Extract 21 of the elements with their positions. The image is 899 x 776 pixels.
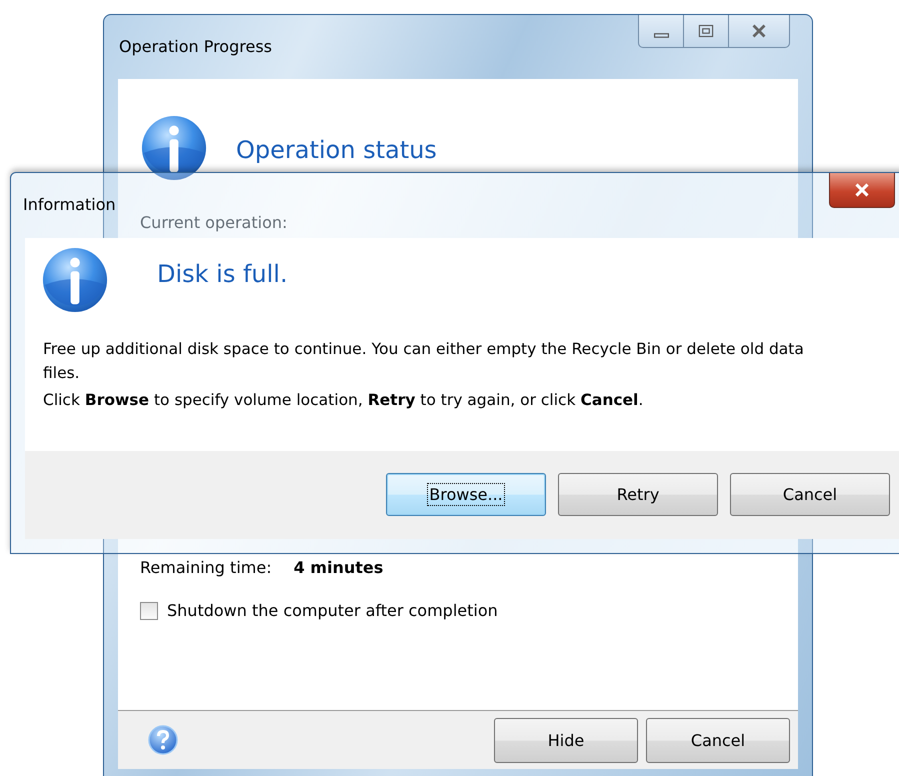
info-icon	[41, 246, 109, 314]
close-button[interactable]	[829, 173, 895, 208]
window-title: Operation Progress	[119, 37, 272, 56]
dialog-button[interactable]: Cancel	[730, 472, 890, 516]
dialog-title: Information	[23, 195, 116, 214]
checkbox[interactable]	[140, 602, 158, 620]
info-icon	[140, 114, 208, 182]
dialog-button[interactable]: Browse...	[386, 472, 546, 516]
dialog-button[interactable]: Cancel	[646, 718, 790, 762]
minimize-icon	[654, 32, 668, 38]
help-icon[interactable]	[148, 725, 178, 755]
dialog-button[interactable]: Retry	[558, 472, 718, 516]
message-text: Click Browse to specify volume location, Retry to try again, or click Cancel.	[43, 390, 644, 411]
remaining-time-label: Remaining time:	[140, 558, 272, 577]
message-text: Free up additional disk space to continue. You can either empty the Recycle Bin or delete old data files.	[43, 339, 805, 384]
heading: Operation status	[236, 136, 437, 164]
dialog-button[interactable]: Hide	[494, 718, 638, 762]
checkbox-label[interactable]: Shutdown the computer after completion	[167, 601, 498, 620]
current-operation-label: Current operation:	[140, 213, 288, 232]
heading: Disk is full.	[157, 260, 288, 288]
remaining-time-value: 4 minutes	[294, 558, 384, 577]
